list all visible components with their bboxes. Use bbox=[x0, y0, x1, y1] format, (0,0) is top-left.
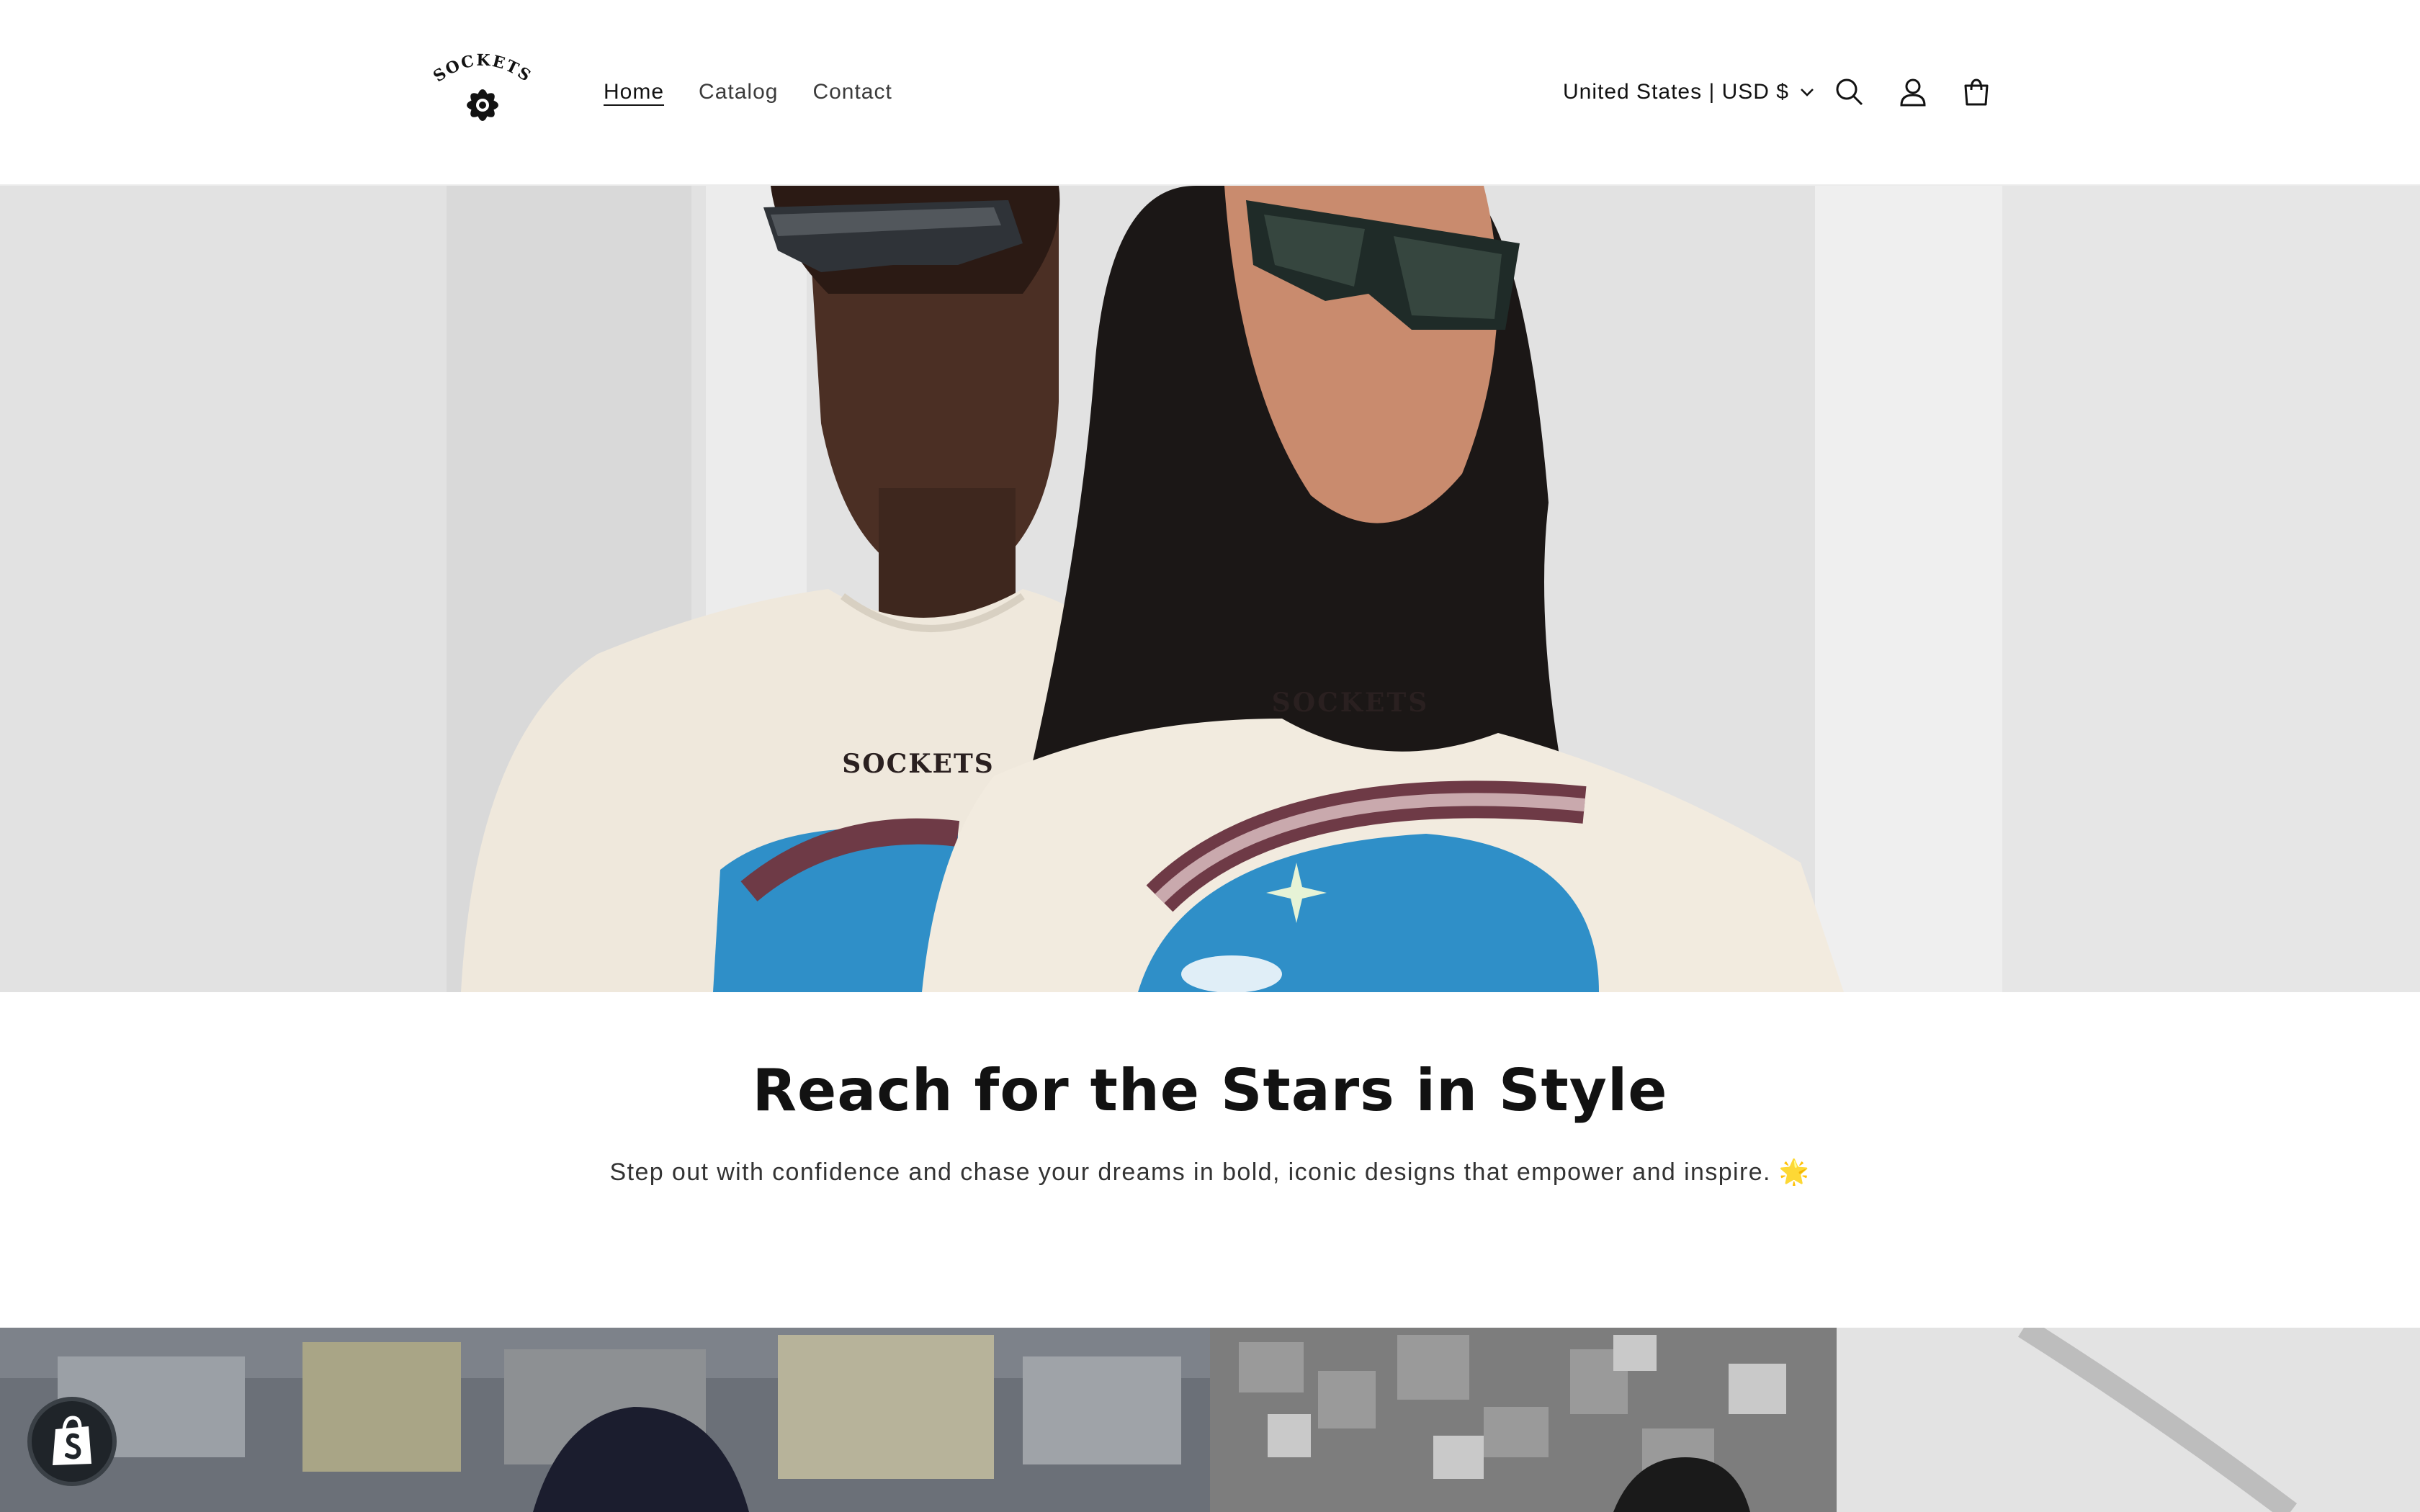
intro-section: Reach for the Stars in Style Step out wi… bbox=[0, 992, 2420, 1328]
main-nav: Home Catalog Contact bbox=[604, 75, 927, 109]
section-subtext-copy: Step out with confidence and chase your … bbox=[609, 1158, 1771, 1186]
section-subtext: Step out with confidence and chase your … bbox=[0, 1158, 2420, 1187]
cart-icon bbox=[1964, 78, 1989, 106]
nav-catalog[interactable]: Catalog bbox=[699, 75, 778, 109]
search-button[interactable] bbox=[1827, 69, 1873, 115]
site-header: SOCKETS Home Catalog Contact United Stat… bbox=[0, 0, 2420, 186]
nav-contact[interactable]: Contact bbox=[812, 75, 892, 109]
search-icon bbox=[1836, 78, 1863, 106]
shirt-print-right: SOCKETS bbox=[1272, 688, 1430, 718]
section-heading: Reach for the Stars in Style bbox=[752, 1057, 1668, 1124]
hero-banner: SOCKETS SOCKETS bbox=[0, 186, 2420, 992]
star-emoji: 🌟 bbox=[1778, 1158, 1811, 1186]
chevron-down-icon bbox=[1801, 89, 1814, 96]
nav-home[interactable]: Home bbox=[604, 75, 664, 109]
logo-flower-icon: SOCKETS bbox=[430, 51, 534, 121]
country-currency-selector[interactable]: United States | USD $ bbox=[1563, 75, 1815, 109]
logo-text: SOCKETS bbox=[430, 51, 534, 86]
collage-photo-right bbox=[1210, 1328, 2420, 1512]
account-icon bbox=[1900, 78, 1926, 107]
shirt-print-left: SOCKETS bbox=[842, 749, 995, 779]
hero-image: SOCKETS SOCKETS bbox=[0, 186, 2420, 992]
shopify-bag-icon bbox=[53, 1416, 91, 1465]
svg-text:SOCKETS: SOCKETS bbox=[431, 51, 534, 86]
collage-image-right[interactable] bbox=[1210, 1328, 2420, 1512]
locale-label: United States | USD $ bbox=[1563, 80, 1789, 104]
image-collage bbox=[0, 1328, 2420, 1512]
account-button[interactable] bbox=[1890, 69, 1936, 115]
shop-pay-button[interactable] bbox=[27, 1397, 117, 1486]
collage-photo-left bbox=[0, 1328, 1210, 1512]
collage-image-left[interactable] bbox=[0, 1328, 1210, 1512]
brand-logo[interactable]: SOCKETS bbox=[430, 50, 534, 134]
cart-button[interactable] bbox=[1953, 69, 1999, 115]
